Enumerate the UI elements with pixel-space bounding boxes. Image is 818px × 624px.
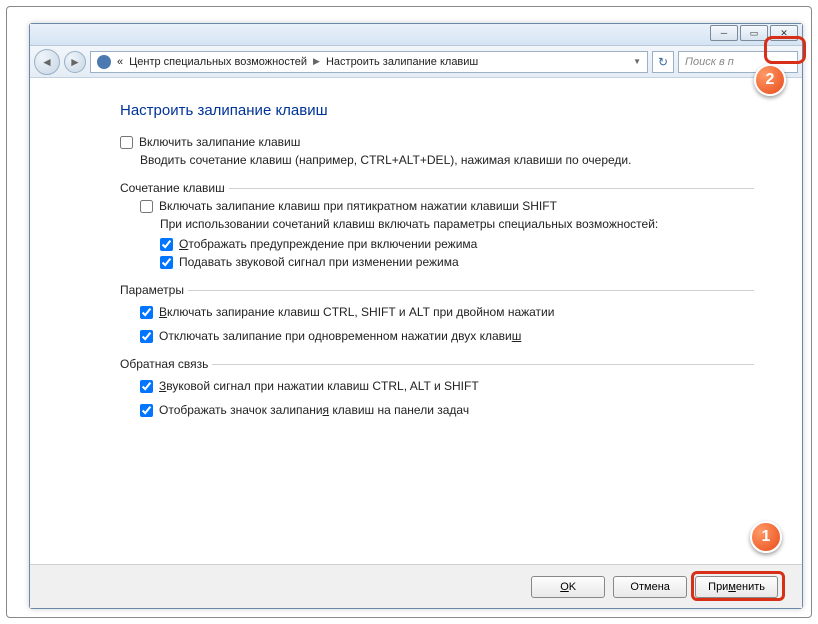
section-params-legend: Параметры xyxy=(120,283,754,297)
section-shortcut-legend: Сочетание клавиш xyxy=(120,181,754,195)
lock-checkbox[interactable] xyxy=(140,306,153,319)
maximize-button[interactable]: ▭ xyxy=(740,25,768,41)
address-dropdown-icon[interactable]: ▼ xyxy=(633,57,641,66)
enable-sticky-label: Включить залипание клавиш xyxy=(139,135,300,149)
release-checkbox[interactable] xyxy=(140,330,153,343)
tray-icon-label: Отображать значок залипания клавиш на па… xyxy=(159,403,469,417)
release-row: Отключать залипание при одновременном на… xyxy=(140,329,754,343)
sound-change-row: Подавать звуковой сигнал при изменении р… xyxy=(160,255,754,269)
refresh-button[interactable]: ↻ xyxy=(652,51,674,73)
nav-back-button[interactable]: ◄ xyxy=(34,49,60,75)
tray-icon-checkbox[interactable] xyxy=(140,404,153,417)
lock-label: Включать запирание клавиш CTRL, SHIFT и … xyxy=(159,305,554,319)
content-area: Настроить залипание клавиш Включить зали… xyxy=(30,78,802,572)
press-sound-row: Звуковой сигнал при нажатии клавиш CTRL,… xyxy=(140,379,754,393)
callout-badge-2: 2 xyxy=(754,64,786,96)
nav-forward-button[interactable]: ► xyxy=(64,51,86,73)
enable-sticky-checkbox[interactable] xyxy=(120,136,133,149)
shift5-checkbox[interactable] xyxy=(140,200,153,213)
warn-row: Отображать предупреждение при включении … xyxy=(160,237,754,251)
breadcrumb-item-2[interactable]: Настроить залипание клавиш xyxy=(326,56,478,68)
shift5-label: Включать залипание клавиш при пятикратно… xyxy=(159,199,557,213)
warn-checkbox[interactable] xyxy=(160,238,173,251)
breadcrumb-item-1[interactable]: Центр специальных возможностей xyxy=(129,56,307,68)
cancel-button[interactable]: Отмена xyxy=(613,576,687,598)
shift5-row: Включать залипание клавиш при пятикратно… xyxy=(140,199,754,213)
callout-badge-1: 1 xyxy=(750,521,782,553)
navigation-bar: ◄ ► « Центр специальных возможностей ▶ Н… xyxy=(30,46,802,78)
shift5-desc: При использовании сочетаний клавиш включ… xyxy=(160,217,754,231)
button-bar: OK Отмена Применить xyxy=(30,564,802,608)
sound-change-label: Подавать звуковой сигнал при изменении р… xyxy=(179,255,459,269)
enable-sticky-desc: Вводить сочетание клавиш (например, CTRL… xyxy=(140,153,754,167)
release-label: Отключать залипание при одновременном на… xyxy=(159,329,521,343)
press-sound-checkbox[interactable] xyxy=(140,380,153,393)
screenshot-frame: ─ ▭ ✕ ◄ ► « Центр специальных возможност… xyxy=(6,6,812,618)
titlebar: ─ ▭ ✕ xyxy=(30,24,802,46)
warn-label: Отображать предупреждение при включении … xyxy=(179,237,477,251)
breadcrumb-prefix: « xyxy=(117,56,123,68)
section-feedback-legend: Обратная связь xyxy=(120,357,754,371)
page-title: Настроить залипание клавиш xyxy=(120,102,754,119)
breadcrumb-separator: ▶ xyxy=(313,56,320,67)
control-panel-icon xyxy=(97,55,111,69)
tray-icon-row: Отображать значок залипания клавиш на па… xyxy=(140,403,754,417)
lock-row: Включать запирание клавиш CTRL, SHIFT и … xyxy=(140,305,754,319)
window-controls: ─ ▭ ✕ xyxy=(708,25,798,41)
ok-button[interactable]: OK xyxy=(531,576,605,598)
minimize-button[interactable]: ─ xyxy=(710,25,738,41)
dialog-window: ─ ▭ ✕ ◄ ► « Центр специальных возможност… xyxy=(29,23,803,609)
apply-button[interactable]: Применить xyxy=(695,576,778,598)
close-button[interactable]: ✕ xyxy=(770,25,798,41)
address-bar[interactable]: « Центр специальных возможностей ▶ Настр… xyxy=(90,51,648,73)
press-sound-label: Звуковой сигнал при нажатии клавиш CTRL,… xyxy=(159,379,479,393)
enable-sticky-row: Включить залипание клавиш xyxy=(120,135,754,149)
sound-change-checkbox[interactable] xyxy=(160,256,173,269)
